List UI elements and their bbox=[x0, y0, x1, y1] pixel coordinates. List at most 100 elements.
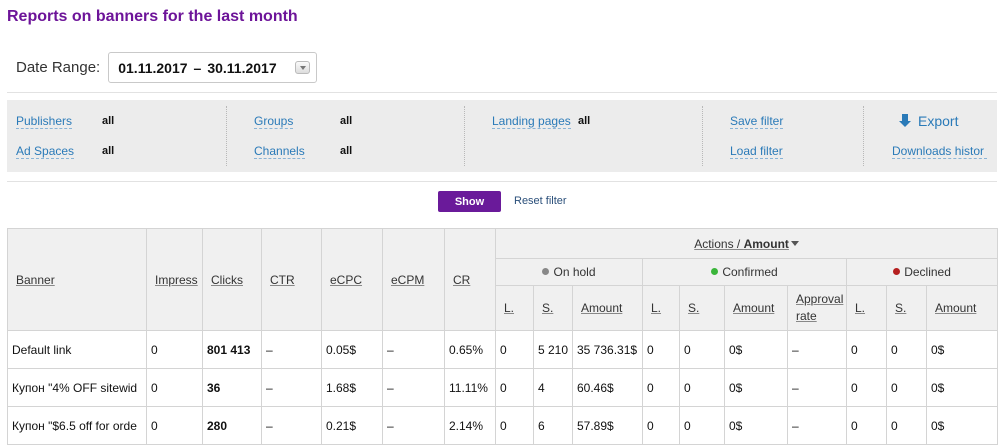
decl-amount-cell: 0$ bbox=[925, 406, 999, 445]
col-header-approval-rate[interactable]: Approval rate bbox=[787, 285, 847, 331]
divider bbox=[863, 106, 864, 166]
cr-cell: 11.11% bbox=[444, 368, 496, 407]
col-header-hold-l[interactable]: L. bbox=[495, 285, 534, 331]
chevron-down-icon[interactable] bbox=[295, 61, 311, 74]
col-header-cr[interactable]: CR bbox=[444, 228, 496, 331]
col-header-hold-s[interactable]: S. bbox=[533, 285, 573, 331]
decl-amount-cell: 0$ bbox=[925, 368, 999, 407]
groups-filter-link[interactable]: Groups bbox=[254, 114, 294, 129]
hold-amount-cell: 60.46$ bbox=[572, 368, 643, 407]
decl-s-cell: 0 bbox=[886, 330, 927, 369]
show-button[interactable]: Show bbox=[438, 191, 501, 212]
group-header-on-hold: On hold bbox=[495, 258, 643, 286]
date-range-label: Date Range: bbox=[16, 59, 101, 76]
ctr-cell: – bbox=[261, 330, 322, 369]
impressions-cell: 0 bbox=[146, 330, 203, 369]
impressions-cell: 0 bbox=[146, 368, 203, 407]
actions-metric: Amount bbox=[743, 236, 789, 251]
conf-amount-cell: 0$ bbox=[724, 368, 788, 407]
banner-link[interactable]: Default link bbox=[7, 330, 147, 369]
conf-s-cell: 0 bbox=[679, 406, 725, 445]
conf-l-cell: 0 bbox=[642, 368, 680, 407]
date-range-picker[interactable]: 01.11.2017 – 30.11.2017 bbox=[108, 52, 318, 83]
date-separator: – bbox=[193, 59, 202, 76]
download-arrow-icon bbox=[899, 114, 911, 128]
col-header-hold-amount[interactable]: Amount bbox=[572, 285, 643, 331]
confirmed-status-dot bbox=[711, 268, 719, 275]
ecpm-cell: – bbox=[382, 368, 445, 407]
on-hold-status-dot bbox=[542, 268, 550, 275]
load-filter-link[interactable]: Load filter bbox=[730, 144, 783, 159]
approval-rate-cell: – bbox=[787, 368, 847, 407]
banner-report-table: Banner Impress Clicks CTR eCPC eCPM CR A… bbox=[7, 228, 999, 445]
ecpc-cell: 0.21$ bbox=[321, 406, 383, 445]
table-row: Купон "$6.5 off for orde 0 280 – 0.21$ –… bbox=[7, 406, 999, 445]
col-header-ecpm[interactable]: eCPM bbox=[382, 228, 445, 331]
hold-l-cell: 0 bbox=[495, 406, 534, 445]
table-row: Купон "4% OFF sitewid 0 36 – 1.68$ – 11.… bbox=[7, 368, 999, 407]
col-header-conf-l[interactable]: L. bbox=[642, 285, 680, 331]
hold-s-link[interactable]: 5 210 bbox=[533, 330, 573, 369]
col-header-decl-amount[interactable]: Amount bbox=[925, 285, 999, 331]
conf-l-cell: 0 bbox=[642, 330, 680, 369]
export-button[interactable]: Export bbox=[899, 113, 958, 129]
ad-spaces-filter-link[interactable]: Ad Spaces bbox=[16, 144, 75, 159]
col-header-ctr[interactable]: CTR bbox=[261, 228, 322, 331]
col-header-banner[interactable]: Banner bbox=[7, 228, 147, 331]
groups-filter-value: all bbox=[340, 115, 353, 127]
hold-l-cell: 0 bbox=[495, 368, 534, 407]
approval-rate-cell: – bbox=[787, 330, 847, 369]
col-header-impressions[interactable]: Impress bbox=[146, 228, 203, 331]
col-header-conf-s[interactable]: S. bbox=[679, 285, 725, 331]
decl-s-cell: 0 bbox=[886, 406, 927, 445]
ecpm-cell: – bbox=[382, 406, 445, 445]
channels-filter-value: all bbox=[340, 145, 353, 157]
conf-s-cell: 0 bbox=[679, 368, 725, 407]
export-label: Export bbox=[918, 113, 959, 129]
banner-link[interactable]: Купон "$6.5 off for orde bbox=[7, 406, 147, 445]
ctr-cell: – bbox=[261, 406, 322, 445]
cr-cell: 0.65% bbox=[444, 330, 496, 369]
clicks-cell: 280 bbox=[202, 406, 262, 445]
hold-s-link[interactable]: 6 bbox=[533, 406, 573, 445]
hold-s-link[interactable]: 4 bbox=[533, 368, 573, 407]
save-filter-link[interactable]: Save filter bbox=[730, 114, 784, 129]
channels-filter-link[interactable]: Channels bbox=[254, 144, 305, 159]
hold-l-cell: 0 bbox=[495, 330, 534, 369]
conf-l-cell: 0 bbox=[642, 406, 680, 445]
actions-metric-selector[interactable]: Actions / Amount bbox=[494, 228, 999, 259]
decl-l-cell: 0 bbox=[846, 406, 887, 445]
group-header-declined: Declined bbox=[845, 258, 999, 286]
conf-s-cell: 0 bbox=[679, 330, 725, 369]
col-header-clicks[interactable]: Clicks bbox=[202, 228, 262, 331]
cr-cell: 2.14% bbox=[444, 406, 496, 445]
col-header-decl-s[interactable]: S. bbox=[886, 285, 927, 331]
col-header-conf-amount[interactable]: Amount bbox=[724, 285, 788, 331]
landing-pages-filter-link[interactable]: Landing pages bbox=[492, 114, 571, 129]
ecpc-cell: 1.68$ bbox=[321, 368, 383, 407]
col-header-decl-l[interactable]: L. bbox=[846, 285, 887, 331]
ecpc-cell: 0.05$ bbox=[321, 330, 383, 369]
approval-rate-cell: – bbox=[787, 406, 847, 445]
table-row: Default link 0 801 413 – 0.05$ – 0.65% 0… bbox=[7, 330, 999, 369]
impressions-cell: 0 bbox=[146, 406, 203, 445]
divider bbox=[7, 181, 997, 182]
group-header-confirmed: Confirmed bbox=[642, 258, 847, 286]
chevron-down-icon bbox=[790, 240, 799, 246]
publishers-filter-link[interactable]: Publishers bbox=[16, 114, 73, 129]
landing-pages-filter-value: all bbox=[578, 115, 591, 127]
banner-link[interactable]: Купон "4% OFF sitewid bbox=[7, 368, 147, 407]
col-header-ecpc[interactable]: eCPC bbox=[321, 228, 383, 331]
divider bbox=[7, 92, 997, 93]
downloads-history-link[interactable]: Downloads histor bbox=[892, 144, 987, 159]
hold-amount-cell: 57.89$ bbox=[572, 406, 643, 445]
page-title: Reports on banners for the last month bbox=[7, 8, 298, 25]
reset-filter-link[interactable]: Reset filter bbox=[514, 195, 567, 207]
filter-panel: Publishers all Ad Spaces all Groups all … bbox=[7, 100, 997, 172]
decl-amount-cell: 0$ bbox=[925, 330, 999, 369]
conf-amount-cell: 0$ bbox=[724, 406, 788, 445]
publishers-filter-value: all bbox=[102, 115, 115, 127]
decl-s-cell: 0 bbox=[886, 368, 927, 407]
date-range: Date Range: 01.11.2017 – 30.11.2017 bbox=[16, 52, 318, 83]
clicks-cell: 801 413 bbox=[202, 330, 262, 369]
